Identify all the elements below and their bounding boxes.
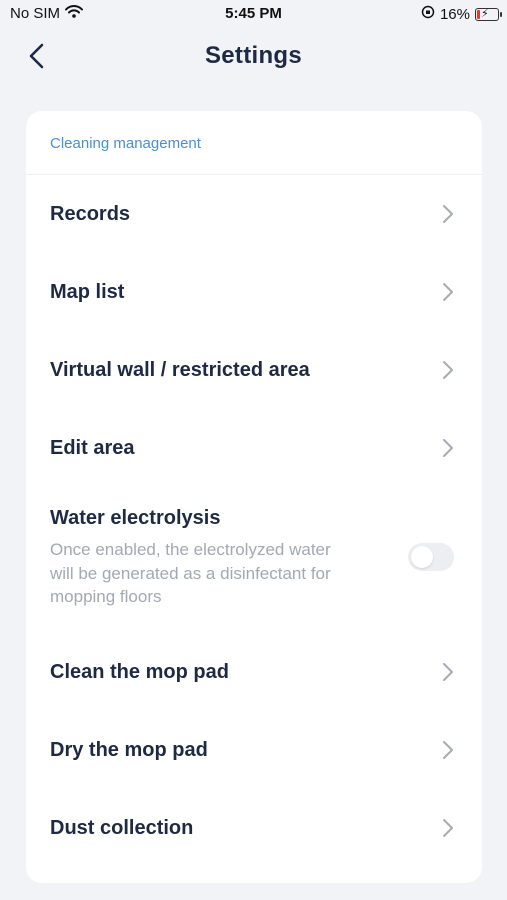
dry-mop-pad-label: Dry the mop pad xyxy=(50,738,208,761)
status-right: 16% ⚡ xyxy=(421,5,502,23)
chevron-right-icon xyxy=(443,741,453,759)
section-title: Cleaning management xyxy=(26,111,482,175)
chevron-right-icon xyxy=(443,439,453,457)
water-electrolysis-description: Once enabled, the electrolyzed water wil… xyxy=(50,540,331,606)
virtual-wall-row[interactable]: Virtual wall / restricted area xyxy=(26,331,482,409)
map-list-row[interactable]: Map list xyxy=(26,253,482,331)
chevron-right-icon xyxy=(443,205,453,223)
chevron-right-icon xyxy=(443,283,453,301)
dust-collection-row[interactable]: Dust collection xyxy=(26,789,482,867)
dry-mop-pad-row[interactable]: Dry the mop pad xyxy=(26,711,482,789)
chevron-right-icon xyxy=(443,819,453,837)
battery-icon: ⚡ xyxy=(475,7,502,21)
water-electrolysis-label: Water electrolysis xyxy=(50,507,221,529)
settings-card: Cleaning management Records Map list Vir… xyxy=(26,111,482,883)
water-electrolysis-row: Water electrolysis Once enabled, the ele… xyxy=(26,487,482,633)
water-electrolysis-text: Water electrolysis Once enabled, the ele… xyxy=(50,507,350,609)
status-bar: No SIM 5:45 PM 16% ⚡ xyxy=(0,0,507,28)
water-electrolysis-toggle[interactable] xyxy=(408,543,454,571)
nav-bar: Settings xyxy=(0,28,507,84)
chevron-right-icon xyxy=(443,663,453,681)
virtual-wall-label: Virtual wall / restricted area xyxy=(50,358,310,381)
edit-area-row[interactable]: Edit area xyxy=(26,409,482,487)
map-list-label: Map list xyxy=(50,280,125,303)
clean-mop-pad-label: Clean the mop pad xyxy=(50,660,229,683)
orientation-lock-icon xyxy=(421,5,435,23)
page-title: Settings xyxy=(204,42,303,69)
chevron-right-icon xyxy=(443,361,453,379)
dust-collection-label: Dust collection xyxy=(50,816,194,839)
toggle-knob xyxy=(411,546,433,568)
clean-mop-pad-row[interactable]: Clean the mop pad xyxy=(26,633,482,711)
battery-percent: 16% xyxy=(439,5,470,23)
records-label: Records xyxy=(50,202,131,225)
records-row[interactable]: Records xyxy=(26,175,482,253)
edit-area-label: Edit area xyxy=(50,436,135,459)
